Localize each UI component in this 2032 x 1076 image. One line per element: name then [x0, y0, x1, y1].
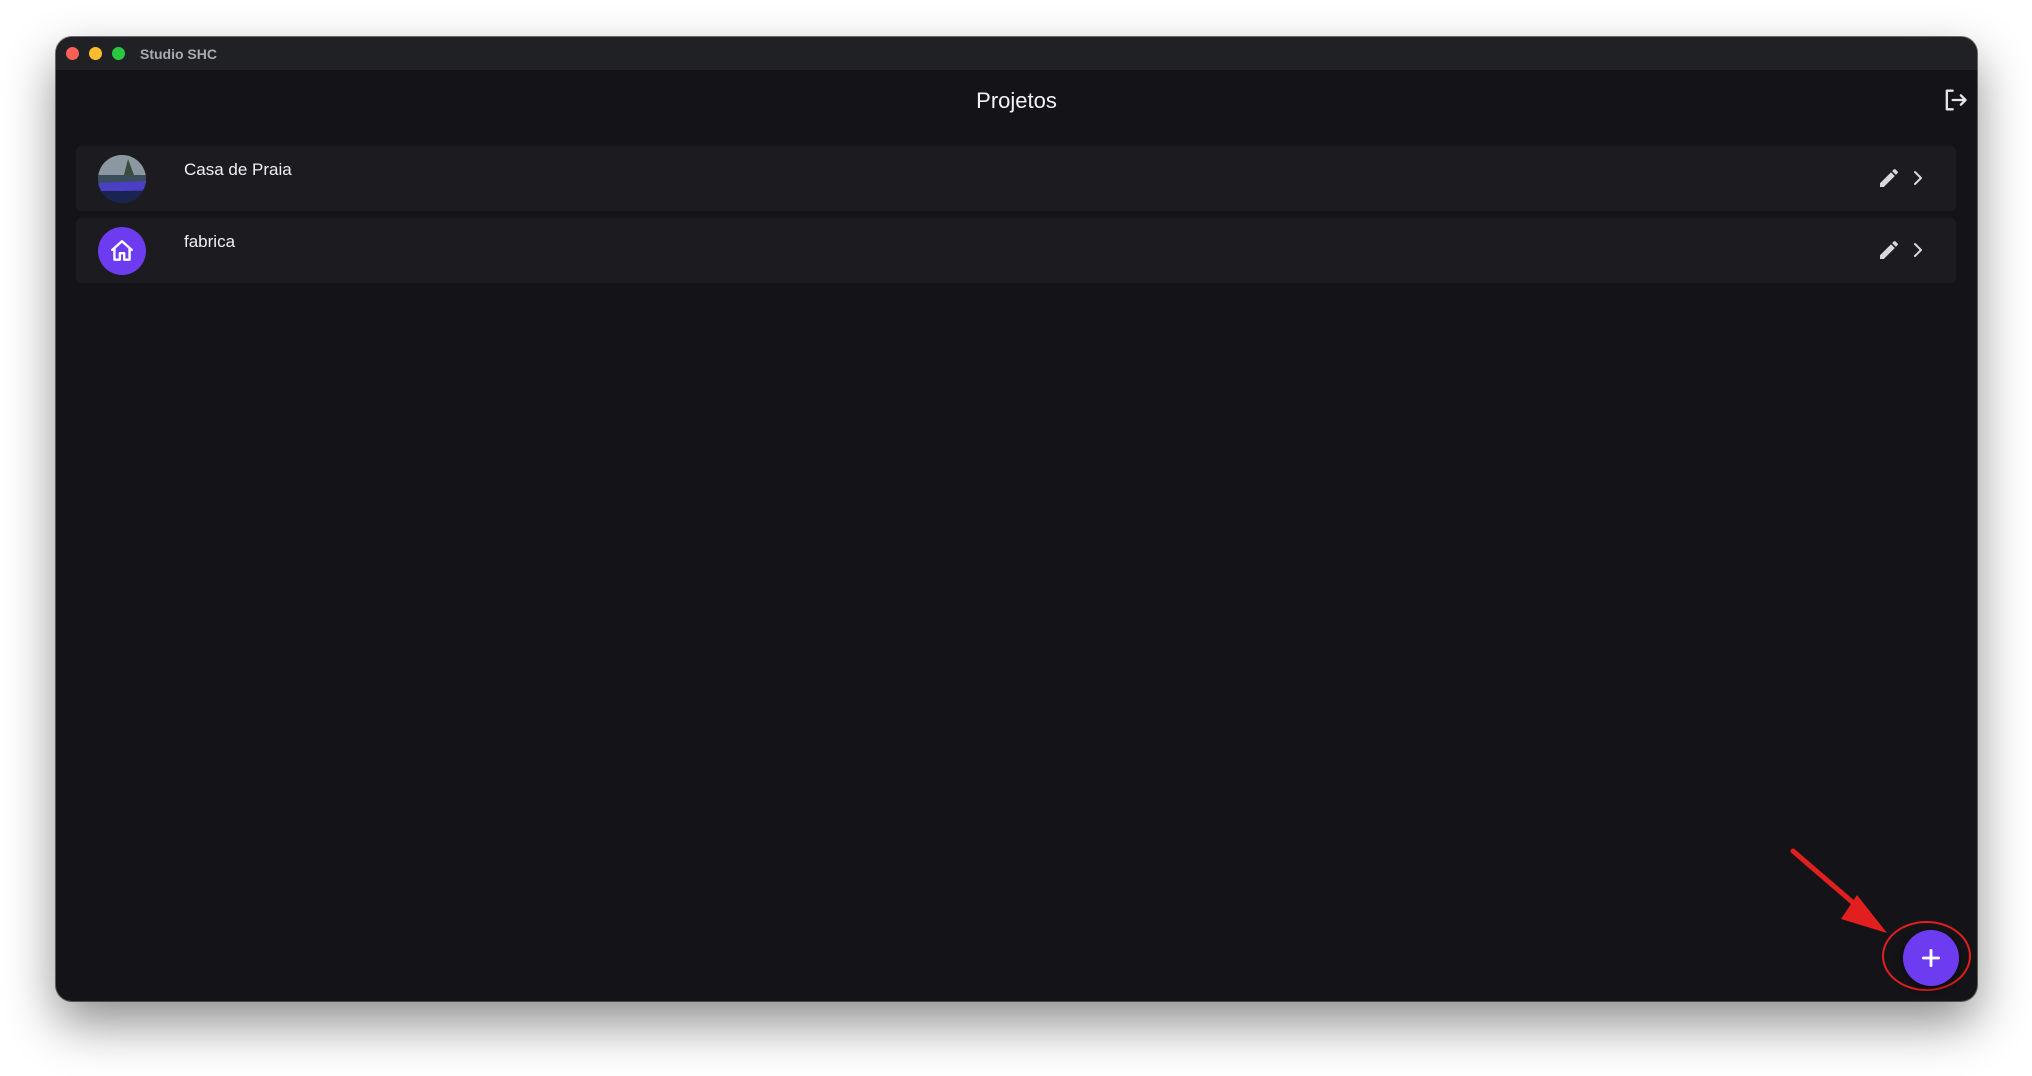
close-window-button[interactable]: [66, 47, 79, 60]
app-bar: Projetos: [56, 70, 1977, 134]
open-project-button[interactable]: [1905, 166, 1929, 190]
open-project-button[interactable]: [1905, 238, 1929, 262]
pencil-icon: [1880, 168, 1899, 187]
project-avatar-icon: [98, 227, 146, 275]
home-icon: [111, 240, 133, 261]
project-card-fabrica[interactable]: fabrica: [76, 218, 1956, 283]
annotation-arrow-icon: [1790, 848, 1887, 933]
logout-button[interactable]: [1941, 86, 1969, 114]
edit-project-button[interactable]: [1877, 238, 1901, 262]
beach-house-photo: [98, 155, 146, 203]
chevron-right-icon: [1914, 171, 1922, 185]
logout-icon: [1945, 89, 1967, 111]
project-card-casa-de-praia[interactable]: Casa de Praia: [76, 146, 1956, 211]
window-title: Studio SHC: [140, 46, 217, 62]
edit-project-button[interactable]: [1877, 166, 1901, 190]
project-name: Casa de Praia: [184, 160, 292, 179]
project-name: fabrica: [184, 232, 236, 251]
plus-icon: [1922, 949, 1940, 967]
add-project-button[interactable]: [1903, 930, 1959, 986]
title-bar: Studio SHC: [56, 37, 1977, 70]
project-list: Casa de Praia fabrica: [76, 146, 1956, 290]
project-avatar-photo: [98, 155, 146, 203]
chevron-right-icon: [1914, 243, 1922, 257]
maximize-window-button[interactable]: [112, 47, 125, 60]
minimize-window-button[interactable]: [89, 47, 102, 60]
page-title: Projetos: [976, 88, 1057, 113]
app-window: Studio SHC Projetos Casa de Praia fabric…: [56, 37, 1977, 1001]
pencil-icon: [1880, 240, 1899, 259]
